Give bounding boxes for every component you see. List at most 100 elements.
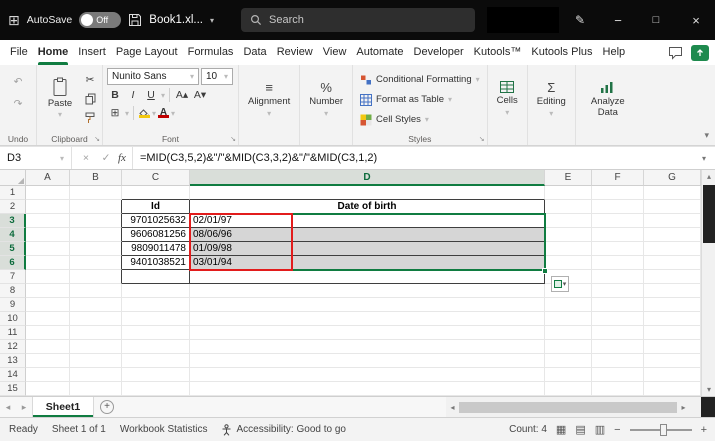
row-header-8[interactable]: 8 <box>0 284 26 298</box>
font-size-combo[interactable]: 10 ▾ <box>201 68 233 85</box>
cell-E10[interactable] <box>545 312 592 326</box>
cell-A15[interactable] <box>26 382 70 396</box>
cell-D15[interactable] <box>190 382 545 396</box>
font-color-dropdown-icon[interactable]: ▾ <box>171 109 175 118</box>
accessibility-status[interactable]: Accessibility: Good to go <box>221 423 346 436</box>
row-header-4[interactable]: 4 <box>0 228 26 242</box>
cell-C10[interactable] <box>122 312 190 326</box>
column-header-B[interactable]: B <box>70 170 122 186</box>
page-break-view-button[interactable]: ▥ <box>595 423 605 436</box>
underline-button[interactable]: U <box>143 87 159 103</box>
row-header-7[interactable]: 7 <box>0 270 26 284</box>
cell-C15[interactable] <box>122 382 190 396</box>
horizontal-scrollbar-thumb[interactable] <box>459 402 677 413</box>
cell-E1[interactable] <box>545 186 592 200</box>
cell-F5[interactable] <box>592 242 644 256</box>
cell-C4[interactable]: 9606081256 <box>122 228 190 242</box>
cell-F4[interactable] <box>592 228 644 242</box>
minimize-button[interactable]: − <box>604 0 632 40</box>
cell-C9[interactable] <box>122 298 190 312</box>
sheet-nav-left-icon[interactable]: ◂ <box>0 397 16 417</box>
cell-F13[interactable] <box>592 354 644 368</box>
cell-B3[interactable] <box>70 214 122 228</box>
cell-G5[interactable] <box>644 242 701 256</box>
cell-B9[interactable] <box>70 298 122 312</box>
cell-C7[interactable] <box>122 270 190 284</box>
fill-handle[interactable] <box>542 268 548 274</box>
cell-B2[interactable] <box>70 200 122 214</box>
hscroll-left-icon[interactable]: ◂ <box>446 403 459 412</box>
tab-kutools-plus[interactable]: Kutools Plus <box>526 40 597 65</box>
autofill-options-button[interactable]: ▾ <box>551 276 569 292</box>
cell-E13[interactable] <box>545 354 592 368</box>
cell-G11[interactable] <box>644 326 701 340</box>
cell-E9[interactable] <box>545 298 592 312</box>
zoom-slider-knob[interactable] <box>659 423 667 436</box>
pen-icon[interactable]: ✎ <box>566 0 594 40</box>
cell-G15[interactable] <box>644 382 701 396</box>
cell-A12[interactable] <box>26 340 70 354</box>
cell-A14[interactable] <box>26 368 70 382</box>
cell-G14[interactable] <box>644 368 701 382</box>
tab-page-layout[interactable]: Page Layout <box>111 40 183 65</box>
underline-dropdown-icon[interactable]: ▾ <box>161 91 165 100</box>
tab-data[interactable]: Data <box>238 40 271 65</box>
row-header-13[interactable]: 13 <box>0 354 26 368</box>
cell-A11[interactable] <box>26 326 70 340</box>
fill-color-button[interactable] <box>138 108 150 118</box>
cell-E12[interactable] <box>545 340 592 354</box>
cell-E11[interactable] <box>545 326 592 340</box>
cell-C2[interactable]: Id <box>122 200 190 214</box>
column-header-A[interactable]: A <box>26 170 70 186</box>
clipboard-dialog-launcher[interactable]: ↘ <box>94 135 100 143</box>
file-name-dropdown-icon[interactable]: ▾ <box>210 16 214 25</box>
cell-A1[interactable] <box>26 186 70 200</box>
cell-B10[interactable] <box>70 312 122 326</box>
cell-E2[interactable] <box>545 200 592 214</box>
column-header-G[interactable]: G <box>644 170 701 186</box>
editing-button[interactable]: Σ Editing ▾ <box>532 68 571 130</box>
row-header-9[interactable]: 9 <box>0 298 26 312</box>
name-box[interactable]: D3 ▾ <box>0 147 72 169</box>
font-name-combo[interactable]: Nunito Sans ▾ <box>107 68 199 85</box>
cell-B1[interactable] <box>70 186 122 200</box>
bold-button[interactable]: B <box>107 87 123 103</box>
share-button[interactable] <box>691 44 709 61</box>
row-header-6[interactable]: 6 <box>0 256 26 270</box>
column-header-E[interactable]: E <box>545 170 592 186</box>
cell-D10[interactable] <box>190 312 545 326</box>
alignment-button[interactable]: ≡ Alignment ▾ <box>243 68 295 130</box>
formula-input[interactable]: =MID(C3,5,2)&"/"&MID(C3,3,2)&"/"&MID(C3,… <box>133 147 693 169</box>
cell-F6[interactable] <box>592 256 644 270</box>
cell-D6[interactable]: 03/01/94 <box>190 256 545 270</box>
cell-D7[interactable] <box>190 270 545 284</box>
cell-B4[interactable] <box>70 228 122 242</box>
cell-A7[interactable] <box>26 270 70 284</box>
copy-button[interactable] <box>82 91 98 107</box>
cell-A10[interactable] <box>26 312 70 326</box>
cell-styles-button[interactable]: Cell Styles ▾ <box>357 110 483 129</box>
cell-A13[interactable] <box>26 354 70 368</box>
tab-formulas[interactable]: Formulas <box>183 40 239 65</box>
cell-A8[interactable] <box>26 284 70 298</box>
cell-C12[interactable] <box>122 340 190 354</box>
cell-G9[interactable] <box>644 298 701 312</box>
row-header-2[interactable]: 2 <box>0 200 26 214</box>
cell-E14[interactable] <box>545 368 592 382</box>
scroll-up-icon[interactable]: ▴ <box>702 170 715 183</box>
close-button[interactable]: × <box>682 0 710 40</box>
zoom-slider[interactable] <box>629 423 692 436</box>
cell-F3[interactable] <box>592 214 644 228</box>
cell-B5[interactable] <box>70 242 122 256</box>
cell-B13[interactable] <box>70 354 122 368</box>
app-launcher-icon[interactable]: ⊞ <box>8 12 20 29</box>
cell-D3[interactable]: 02/01/97 <box>190 214 545 228</box>
cell-F15[interactable] <box>592 382 644 396</box>
row-header-1[interactable]: 1 <box>0 186 26 200</box>
font-dialog-launcher[interactable]: ↘ <box>230 135 236 143</box>
cell-D2[interactable]: Date of birth <box>190 200 545 214</box>
status-count[interactable]: Count: 4 <box>509 424 547 435</box>
cell-G12[interactable] <box>644 340 701 354</box>
add-sheet-button[interactable]: + <box>94 397 120 417</box>
column-header-F[interactable]: F <box>592 170 644 186</box>
